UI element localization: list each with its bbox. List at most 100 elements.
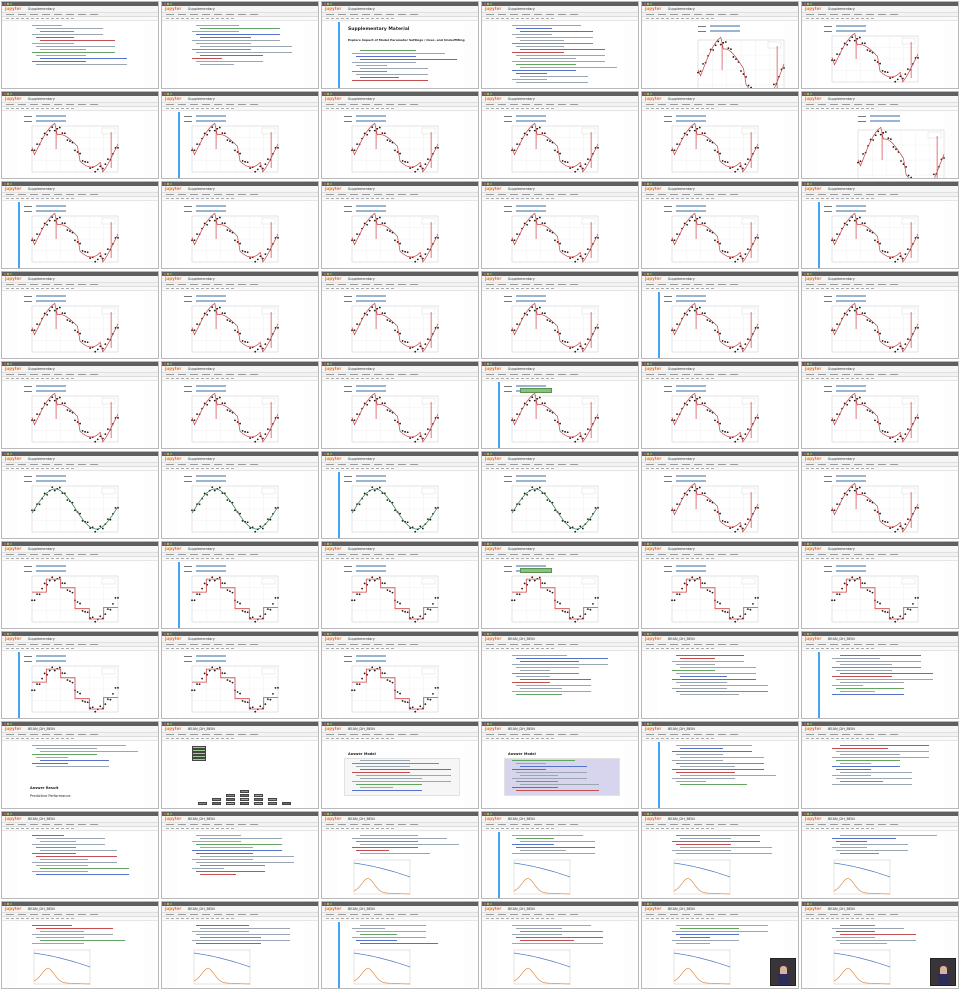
menu-item[interactable] — [374, 374, 382, 375]
menu-item[interactable] — [658, 554, 666, 555]
window-control-icon[interactable] — [164, 453, 166, 455]
toolbar-button[interactable] — [226, 198, 229, 199]
toolbar-button[interactable] — [821, 558, 824, 559]
jupyter-logo[interactable]: jupyter — [5, 817, 21, 821]
menu-item[interactable] — [718, 374, 726, 375]
menu-item[interactable] — [486, 104, 494, 105]
menu-item[interactable] — [90, 554, 98, 555]
toolbar-button[interactable] — [376, 288, 379, 289]
menu-item[interactable] — [202, 644, 210, 645]
toolbar-button[interactable] — [11, 378, 14, 379]
window-control-icon[interactable] — [330, 93, 332, 95]
toolbar-button[interactable] — [216, 378, 219, 379]
menu-item[interactable] — [890, 14, 898, 15]
menu-item[interactable] — [338, 284, 346, 285]
menu-item[interactable] — [890, 554, 898, 555]
toolbar-button[interactable] — [351, 108, 354, 109]
toolbar-button[interactable] — [551, 738, 554, 739]
jupyter-logo[interactable]: jupyter — [485, 547, 501, 551]
toolbar-button[interactable] — [71, 18, 74, 19]
toolbar-button[interactable] — [386, 378, 389, 379]
menu-item[interactable] — [398, 554, 406, 555]
toolbar-button[interactable] — [866, 648, 869, 649]
toolbar-button[interactable] — [361, 468, 364, 469]
menu-item[interactable] — [558, 104, 566, 105]
toolbar-button[interactable] — [506, 828, 509, 829]
notebook-name[interactable]: Supplementary — [28, 457, 55, 461]
toolbar-button[interactable] — [671, 18, 674, 19]
menu-item[interactable] — [546, 734, 554, 735]
toolbar-button[interactable] — [541, 918, 544, 919]
toolbar-button[interactable] — [711, 918, 714, 919]
toolbar-button[interactable] — [526, 378, 529, 379]
toolbar-button[interactable] — [821, 648, 824, 649]
toolbar-button[interactable] — [201, 198, 204, 199]
toolbar-button[interactable] — [351, 738, 354, 739]
menu-item[interactable] — [18, 734, 26, 735]
toolbar-button[interactable] — [816, 288, 819, 289]
toolbar-button[interactable] — [346, 198, 349, 199]
window-control-icon[interactable] — [644, 183, 646, 185]
toolbar-button[interactable] — [486, 558, 489, 559]
toolbar-button[interactable] — [711, 648, 714, 649]
toolbar-button[interactable] — [56, 828, 59, 829]
toolbar-button[interactable] — [651, 828, 654, 829]
window-control-icon[interactable] — [804, 633, 806, 635]
menu-item[interactable] — [90, 194, 98, 195]
menu-item[interactable] — [658, 194, 666, 195]
menu-item[interactable] — [818, 824, 826, 825]
toolbar-button[interactable] — [191, 288, 194, 289]
toolbar-button[interactable] — [361, 198, 364, 199]
menu-item[interactable] — [202, 284, 210, 285]
menu-item[interactable] — [718, 914, 726, 915]
menu-item[interactable] — [338, 734, 346, 735]
toolbar-button[interactable] — [26, 828, 29, 829]
toolbar-button[interactable] — [26, 918, 29, 919]
toolbar-button[interactable] — [661, 108, 664, 109]
window-control-icon[interactable] — [484, 903, 486, 905]
menu-item[interactable] — [350, 644, 358, 645]
menu-item[interactable] — [226, 914, 234, 915]
menu-item[interactable] — [54, 914, 62, 915]
window-control-icon[interactable] — [650, 723, 652, 725]
toolbar-button[interactable] — [706, 288, 709, 289]
toolbar-button[interactable] — [841, 918, 844, 919]
toolbar-button[interactable] — [206, 828, 209, 829]
menu-item[interactable] — [486, 14, 494, 15]
toolbar-button[interactable] — [841, 18, 844, 19]
menu-item[interactable] — [6, 374, 14, 375]
toolbar-button[interactable] — [356, 468, 359, 469]
toolbar-button[interactable] — [216, 18, 219, 19]
toolbar-button[interactable] — [541, 558, 544, 559]
menu-item[interactable] — [658, 734, 666, 735]
toolbar-button[interactable] — [706, 108, 709, 109]
notebook-name[interactable]: BEAN_DH_BEIN — [828, 727, 855, 731]
jupyter-logo[interactable]: jupyter — [165, 97, 181, 101]
toolbar-button[interactable] — [691, 558, 694, 559]
menu-item[interactable] — [854, 14, 862, 15]
toolbar-button[interactable] — [176, 288, 179, 289]
menu-item[interactable] — [362, 554, 370, 555]
toolbar-button[interactable] — [371, 288, 374, 289]
toolbar-button[interactable] — [201, 468, 204, 469]
toolbar-button[interactable] — [186, 918, 189, 919]
toolbar-button[interactable] — [811, 198, 814, 199]
menu-item[interactable] — [878, 194, 886, 195]
window-control-icon[interactable] — [804, 723, 806, 725]
toolbar-button[interactable] — [171, 288, 174, 289]
menu-item[interactable] — [350, 914, 358, 915]
menu-item[interactable] — [42, 644, 50, 645]
toolbar-button[interactable] — [826, 198, 829, 199]
toolbar-button[interactable] — [36, 198, 39, 199]
menu-item[interactable] — [842, 284, 850, 285]
menu-item[interactable] — [398, 104, 406, 105]
toolbar-button[interactable] — [366, 558, 369, 559]
toolbar-button[interactable] — [356, 738, 359, 739]
menu-item[interactable] — [350, 554, 358, 555]
toolbar-button[interactable] — [211, 468, 214, 469]
toolbar-button[interactable] — [31, 558, 34, 559]
menu-item[interactable] — [718, 284, 726, 285]
window-control-icon[interactable] — [647, 273, 649, 275]
toolbar-button[interactable] — [36, 288, 39, 289]
toolbar-button[interactable] — [26, 108, 29, 109]
